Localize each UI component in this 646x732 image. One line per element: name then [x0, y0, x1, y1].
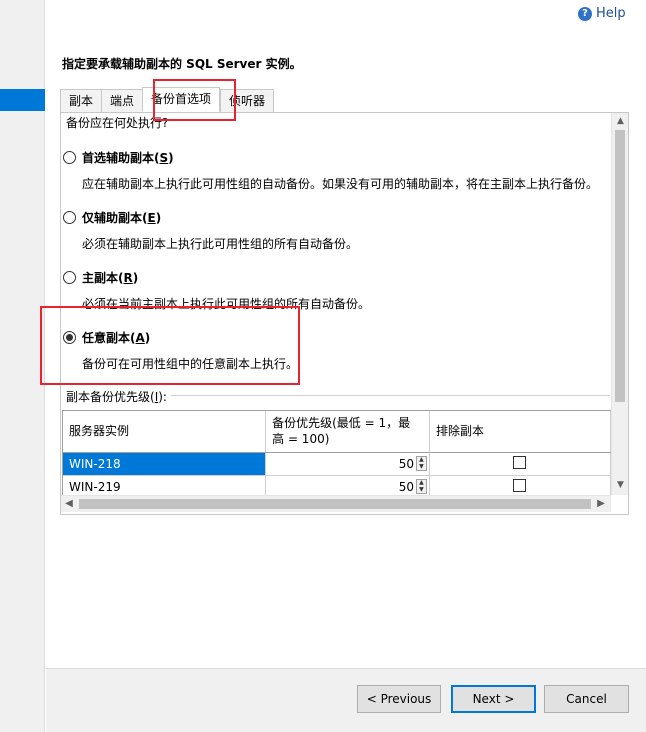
option-description: 必须在当前主副本上执行此可用性组的所有自动备份。 — [82, 297, 371, 311]
cell-server-instance[interactable]: WIN-218 — [63, 452, 267, 476]
priority-group-label: 副本备份优先级(I): — [66, 388, 171, 405]
priority-value[interactable]: 50 — [399, 480, 414, 494]
group-divider — [170, 395, 610, 396]
tab-backup-preferences[interactable]: 备份首选项 — [142, 87, 221, 112]
left-nav-selected-item[interactable] — [0, 89, 45, 111]
next-button[interactable]: Next > — [451, 685, 536, 713]
exclude-checkbox[interactable] — [513, 455, 527, 469]
tab-strip: 副本 端点 备份首选项 侦听器 — [60, 87, 275, 112]
backup-question: 备份应在何处执行? — [66, 116, 169, 130]
option-primary[interactable]: 主副本(R) — [63, 269, 138, 286]
radio-any-replica[interactable] — [63, 331, 76, 344]
option-description: 备份可在可用性组中的任意副本上执行。 — [82, 357, 299, 371]
scroll-right-icon[interactable]: ▶ — [593, 496, 609, 513]
cell-server-instance[interactable]: WIN-219 — [63, 475, 267, 495]
scroll-up-icon[interactable]: ▲ — [612, 113, 629, 129]
radio-secondary-only[interactable] — [63, 211, 76, 224]
spinner-down-icon[interactable]: ▼ — [417, 463, 426, 471]
help-label: Help — [596, 6, 626, 21]
header-server-instance[interactable]: 服务器实例 — [63, 411, 267, 453]
header-exclude-replica[interactable]: 排除副本 — [429, 411, 611, 453]
scroll-left-icon[interactable]: ◀ — [61, 496, 77, 513]
cell-exclude — [429, 452, 611, 476]
cell-priority: 50 ▲ ▼ — [265, 475, 430, 495]
priority-spinner[interactable]: ▲ ▼ — [415, 456, 427, 471]
tab-replicas[interactable]: 副本 — [60, 89, 102, 112]
help-link[interactable]: ? Help — [578, 6, 626, 21]
priority-value[interactable]: 50 — [399, 457, 414, 471]
exclude-checkbox[interactable] — [513, 478, 527, 492]
radio-prefer-secondary[interactable] — [63, 151, 76, 164]
spinner-down-icon[interactable]: ▼ — [417, 486, 426, 494]
replica-priority-grid: 服务器实例 备份优先级(最低 = 1，最高 = 100) 排除副本 WIN-21… — [62, 410, 611, 495]
option-label: 首选辅助副本(S) — [82, 151, 174, 165]
option-any-replica[interactable]: 任意副本(A) — [63, 329, 150, 346]
cell-priority: 50 ▲ ▼ — [265, 452, 430, 476]
option-description: 必须在辅助副本上执行此可用性组的所有自动备份。 — [82, 237, 359, 251]
previous-button[interactable]: < Previous — [357, 685, 441, 713]
table-row: WIN-218 50 ▲ ▼ — [63, 452, 611, 476]
cell-exclude — [429, 475, 611, 495]
page-instruction: 指定要承载辅助副本的 SQL Server 实例。 — [62, 57, 302, 71]
option-label: 主副本(R) — [82, 271, 139, 285]
horizontal-scrollbar[interactable]: ◀ ▶ — [61, 495, 611, 512]
help-icon: ? — [578, 6, 592, 21]
priority-spinner[interactable]: ▲ ▼ — [415, 479, 427, 494]
cancel-button[interactable]: Cancel — [544, 685, 629, 713]
vertical-scroll-thumb[interactable] — [615, 130, 625, 402]
grid-header-row: 服务器实例 备份优先级(最低 = 1，最高 = 100) 排除副本 — [63, 411, 611, 453]
vertical-scrollbar[interactable]: ▲ ▼ — [611, 113, 628, 495]
option-prefer-secondary[interactable]: 首选辅助副本(S) — [63, 149, 174, 166]
table-row: WIN-219 50 ▲ ▼ — [63, 475, 611, 495]
radio-primary[interactable] — [63, 271, 76, 284]
scroll-down-icon[interactable]: ▼ — [612, 477, 629, 493]
tab-listener[interactable]: 侦听器 — [220, 89, 275, 112]
header-backup-priority[interactable]: 备份优先级(最低 = 1，最高 = 100) — [265, 411, 430, 453]
tab-endpoints[interactable]: 端点 — [101, 89, 143, 112]
option-label: 任意副本(A) — [82, 331, 151, 345]
option-secondary-only[interactable]: 仅辅助副本(E) — [63, 209, 161, 226]
option-description: 应在辅助副本上执行此可用性组的自动备份。如果没有可用的辅助副本，将在主副本上执行… — [82, 177, 599, 191]
option-label: 仅辅助副本(E) — [82, 211, 162, 225]
horizontal-scroll-thumb[interactable] — [79, 499, 591, 509]
